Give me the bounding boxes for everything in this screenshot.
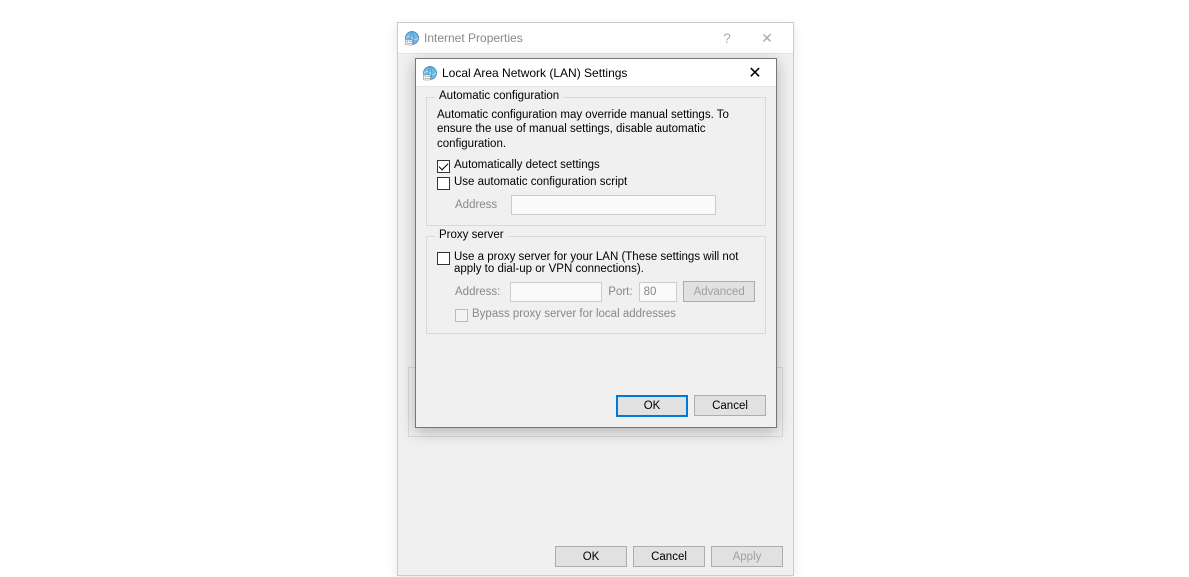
use-script-checkbox[interactable] bbox=[437, 177, 450, 190]
dialog-cancel-button[interactable]: Cancel bbox=[694, 395, 766, 416]
advanced-button[interactable]: Advanced bbox=[683, 281, 755, 302]
dialog-body: Automatic configuration Automatic config… bbox=[416, 87, 776, 427]
dialog-ok-button[interactable]: OK bbox=[616, 395, 688, 417]
automatic-configuration-group: Automatic configuration Automatic config… bbox=[426, 97, 766, 226]
auto-group-legend: Automatic configuration bbox=[435, 90, 563, 102]
proxy-port-value: 80 bbox=[644, 286, 657, 298]
parent-apply-button[interactable]: Apply bbox=[711, 546, 783, 567]
parent-ok-button[interactable]: OK bbox=[555, 546, 627, 567]
use-proxy-checkbox[interactable] bbox=[437, 252, 450, 265]
script-address-input bbox=[511, 195, 716, 215]
use-script-label: Use automatic configuration script bbox=[454, 176, 627, 188]
auto-detect-label: Automatically detect settings bbox=[454, 159, 600, 171]
proxy-address-input bbox=[510, 282, 602, 302]
help-button[interactable]: ? bbox=[707, 30, 747, 46]
script-address-label: Address bbox=[455, 199, 505, 211]
internet-properties-icon bbox=[404, 30, 420, 46]
lan-settings-dialog: Local Area Network (LAN) Settings ✕ Auto… bbox=[415, 58, 777, 428]
proxy-server-group: Proxy server Use a proxy server for your… bbox=[426, 236, 766, 334]
use-proxy-label: Use a proxy server for your LAN (These s… bbox=[454, 251, 755, 275]
auto-desc: Automatic configuration may override man… bbox=[437, 108, 755, 151]
auto-detect-checkbox[interactable] bbox=[437, 160, 450, 173]
bypass-label: Bypass proxy server for local addresses bbox=[472, 308, 676, 320]
parent-title: Internet Properties bbox=[420, 31, 707, 45]
proxy-group-legend: Proxy server bbox=[435, 229, 508, 241]
dialog-titlebar: Local Area Network (LAN) Settings ✕ bbox=[416, 59, 776, 87]
proxy-port-label: Port: bbox=[608, 286, 632, 298]
bypass-checkbox bbox=[455, 309, 468, 322]
parent-cancel-button[interactable]: Cancel bbox=[633, 546, 705, 567]
dialog-close-button[interactable]: ✕ bbox=[734, 59, 776, 86]
proxy-port-input: 80 bbox=[639, 282, 677, 302]
parent-titlebar: Internet Properties ? ✕ bbox=[398, 23, 793, 53]
proxy-address-label: Address: bbox=[455, 286, 504, 298]
lan-dialog-icon bbox=[422, 65, 438, 81]
dialog-title: Local Area Network (LAN) Settings bbox=[438, 66, 734, 80]
parent-close-button[interactable]: ✕ bbox=[747, 30, 787, 47]
